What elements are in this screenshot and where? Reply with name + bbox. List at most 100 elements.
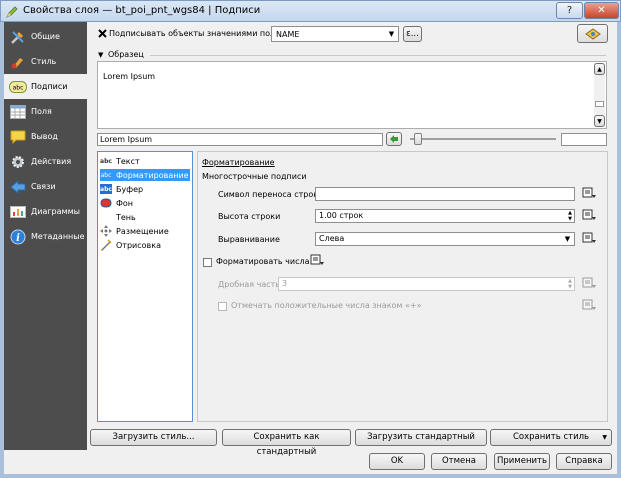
- svg-text:abc: abc: [13, 84, 24, 91]
- chevron-down-icon: ▼: [388, 30, 395, 38]
- ok-button[interactable]: OK: [369, 453, 425, 470]
- plus-sign-checkbox[interactable]: [218, 302, 227, 311]
- preview-scrollbar[interactable]: ▲ ▼: [594, 63, 605, 127]
- line-height-override-button[interactable]: [582, 209, 597, 225]
- decimals-override-button[interactable]: [582, 277, 597, 293]
- save-style-button[interactable]: Сохранить стиль ▼: [490, 429, 612, 446]
- tree-item-label: Форматирование: [116, 170, 189, 180]
- alignment-label: Выравнивание: [218, 235, 280, 244]
- field-combo-value: NAME: [276, 30, 300, 39]
- brush-rendering-icon: [100, 239, 112, 251]
- spin-arrows-icon[interactable]: ▲ ▼: [568, 210, 572, 222]
- data-defined-override-icon: [582, 299, 596, 310]
- cancel-button[interactable]: Отмена: [431, 453, 487, 470]
- tree-item-label: Размещение: [116, 226, 169, 236]
- wrap-char-override-button[interactable]: [582, 187, 597, 203]
- tree-item-label: Отрисовка: [116, 240, 161, 250]
- table-icon: [9, 103, 27, 121]
- sidebar-item-style[interactable]: Стиль: [4, 49, 87, 74]
- sidebar-item-joins[interactable]: Связи: [4, 174, 87, 199]
- tree-item-formatting[interactable]: abc Форматирование: [100, 169, 190, 181]
- save-style-label: Сохранить стиль: [512, 432, 590, 442]
- background-color-field[interactable]: [561, 133, 607, 146]
- scroll-thumb[interactable]: [595, 101, 604, 107]
- multiline-header: Многострочные подписи: [202, 172, 307, 181]
- sidebar: Общие Стиль abc Подписи Поля Вывод Дейст…: [4, 22, 87, 450]
- tree-item-placement[interactable]: Размещение: [100, 225, 190, 237]
- shadow-icon: [100, 212, 112, 222]
- decimals-value: 3: [282, 279, 288, 288]
- sidebar-item-general[interactable]: Общие: [4, 24, 87, 49]
- collapse-arrow-icon[interactable]: ▼: [98, 51, 103, 59]
- tree-item-rendering[interactable]: Отрисовка: [100, 239, 190, 251]
- format-numbers-checkbox[interactable]: [203, 258, 212, 267]
- sidebar-item-label: Диаграммы: [31, 207, 80, 216]
- plus-sign-override-button[interactable]: [582, 299, 597, 315]
- sample-text-input[interactable]: Lorem Ipsum: [97, 133, 383, 146]
- plus-sign-label: Отмечать положительные числа знаком «+»: [231, 301, 422, 310]
- sample-preview: Lorem Ipsum ▲ ▼: [97, 61, 607, 129]
- scroll-down-icon[interactable]: ▼: [594, 115, 605, 127]
- scroll-up-icon[interactable]: ▲: [594, 63, 605, 75]
- sidebar-item-label: Метаданные: [31, 232, 85, 241]
- spin-arrows-icon[interactable]: ▲ ▼: [568, 278, 572, 290]
- formatting-icon: abc: [100, 171, 112, 179]
- alignment-combo[interactable]: Слева ▼: [315, 232, 575, 246]
- label-checkbox-text: Подписывать объекты значениями поля: [109, 29, 280, 38]
- sidebar-item-actions[interactable]: Действия: [4, 149, 87, 174]
- label-settings-button[interactable]: [577, 24, 608, 43]
- field-combo[interactable]: NAME ▼: [271, 26, 399, 42]
- zoom-slider-handle[interactable]: [414, 133, 422, 145]
- sidebar-item-label: Стиль: [31, 57, 57, 66]
- data-defined-override-icon: [582, 209, 596, 220]
- sidebar-item-labels[interactable]: abc Подписи: [4, 74, 87, 99]
- data-defined-override-icon: [582, 277, 596, 288]
- format-numbers-override-button[interactable]: [310, 254, 325, 270]
- tree-item-label: Текст: [116, 156, 140, 166]
- data-defined-override-icon: [582, 232, 596, 243]
- undo-arrow-icon: [390, 135, 398, 143]
- tree-item-text[interactable]: abc Текст: [100, 155, 190, 167]
- zoom-slider-track[interactable]: [410, 138, 556, 140]
- divider: [150, 55, 606, 56]
- sidebar-item-display[interactable]: Вывод: [4, 124, 87, 149]
- apply-button[interactable]: Применить: [494, 453, 550, 470]
- tools-icon: [9, 28, 27, 46]
- label-settings-tree: abc Текст abc Форматирование abc Буфер Ф…: [97, 151, 193, 422]
- alignment-value: Слева: [319, 234, 345, 243]
- close-window-button[interactable]: ✕: [584, 2, 619, 19]
- load-style-button[interactable]: Загрузить стиль...: [90, 429, 217, 446]
- help-window-button[interactable]: ?: [556, 2, 583, 19]
- sidebar-item-metadata[interactable]: i Метаданные: [4, 224, 87, 249]
- checkmark-x-icon: [98, 29, 107, 38]
- abc-buffer-icon: abc: [100, 184, 112, 194]
- sidebar-item-diagrams[interactable]: Диаграммы: [4, 199, 87, 224]
- tree-item-shadow[interactable]: Тень: [100, 211, 190, 223]
- preview-text: Lorem Ipsum: [103, 72, 156, 81]
- tree-item-buffer[interactable]: abc Буфер: [100, 183, 190, 195]
- line-height-value: 1.00 строк: [319, 211, 364, 220]
- background-shape-icon: [100, 198, 112, 208]
- label-checkbox[interactable]: [97, 28, 108, 39]
- line-height-spinbox[interactable]: 1.00 строк ▲ ▼: [315, 209, 575, 223]
- reset-sample-button[interactable]: [386, 132, 402, 146]
- sidebar-item-label: Вывод: [31, 132, 58, 141]
- help-button[interactable]: Справка: [556, 453, 612, 470]
- chevron-down-icon: ▼: [602, 434, 607, 441]
- line-height-label: Высота строки: [218, 212, 281, 221]
- expression-button[interactable]: ε...: [403, 26, 422, 42]
- formatting-title: Форматирование: [202, 158, 275, 167]
- diagram-icon: [9, 203, 27, 221]
- load-default-button[interactable]: Загрузить стандартный: [355, 429, 487, 446]
- info-icon: i: [9, 228, 27, 246]
- decimals-spinbox[interactable]: 3 ▲ ▼: [278, 277, 575, 291]
- save-as-default-button[interactable]: Сохранить как стандартный: [222, 429, 351, 457]
- alignment-override-button[interactable]: [582, 232, 597, 248]
- gear-icon: [9, 153, 27, 171]
- speech-bubble-icon: [9, 128, 27, 146]
- sidebar-item-fields[interactable]: Поля: [4, 99, 87, 124]
- chevron-down-icon: ▼: [564, 235, 571, 243]
- tree-item-background[interactable]: Фон: [100, 197, 190, 209]
- wrap-char-input[interactable]: [315, 187, 575, 201]
- qgis-pencil-icon: [6, 6, 18, 18]
